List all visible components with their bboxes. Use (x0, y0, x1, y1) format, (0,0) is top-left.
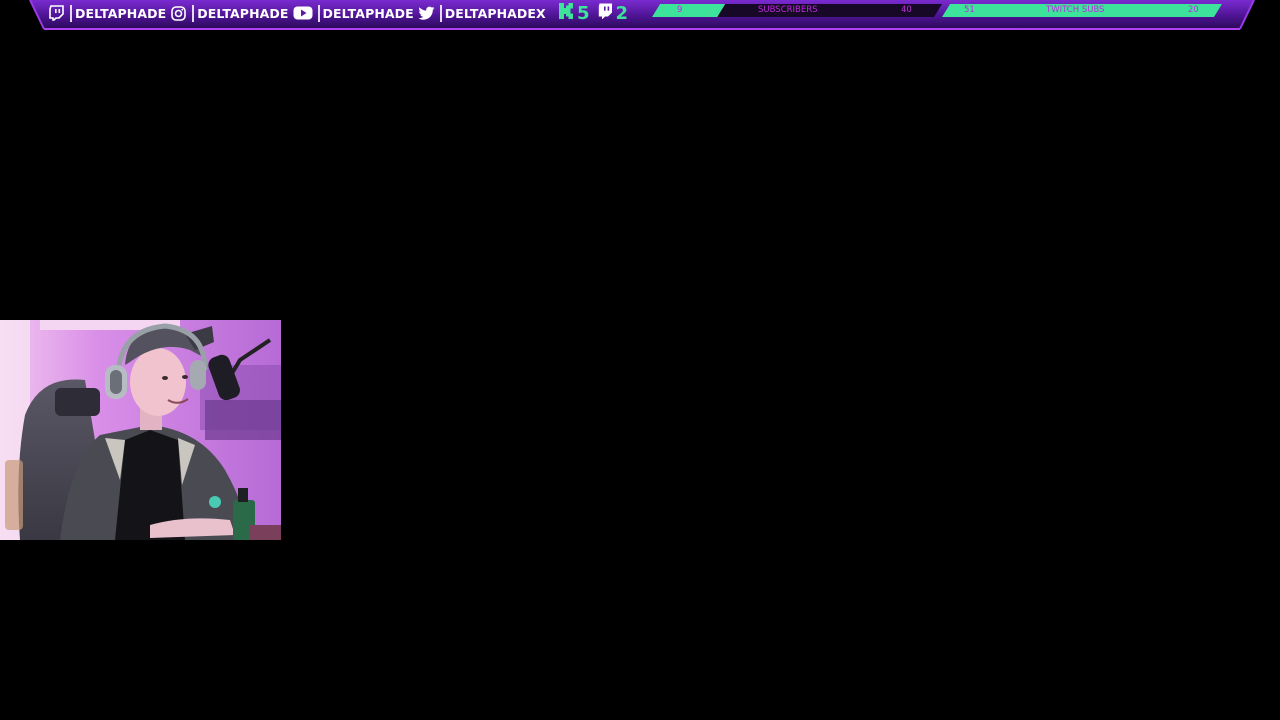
subscribers-goal-label: SUBSCRIBERS (758, 5, 818, 15)
subscribers-goal-bar: 9 SUBSCRIBERS 40 (652, 4, 942, 17)
social-instagram[interactable]: DELTAPHADE (170, 3, 292, 23)
twitch-icon (48, 5, 65, 22)
stream-canvas: DELTAPHADE DELTAPHADE DELTAPHADE DELTAPH… (0, 0, 1280, 720)
youtube-icon (293, 5, 313, 22)
twitch-handle: DELTAPHADE (75, 5, 167, 21)
subscribers-goal-current: 9 (677, 5, 683, 15)
separator (439, 4, 442, 22)
twitch-icon (598, 3, 613, 24)
twitter-icon (418, 5, 435, 22)
kick-icon (558, 2, 574, 24)
webcam-feed (0, 320, 281, 540)
twitch-subs-goal-bar: 51 TWITCH SUBS 20 (942, 4, 1222, 17)
subscribers-goal-target: 40 (901, 5, 912, 15)
twitch-counter: 2 (598, 3, 633, 24)
separator (70, 4, 72, 22)
twitch-subs-goal-label: TWITCH SUBS (1046, 5, 1105, 15)
kick-counter: 5 (558, 2, 594, 24)
webcam-image (0, 320, 281, 540)
separator (317, 4, 320, 22)
stream-overlay-top-bar: DELTAPHADE DELTAPHADE DELTAPHADE DELTAPH… (0, 0, 1280, 32)
kick-viewer-count: 5 (577, 2, 590, 24)
twitch-subs-goal-target: 20 (1188, 5, 1199, 15)
youtube-handle: DELTAPHADE (322, 5, 414, 21)
social-handles: DELTAPHADE DELTAPHADE DELTAPHADE DELTAPH… (48, 3, 550, 23)
social-twitch[interactable]: DELTAPHADE (48, 3, 170, 23)
social-youtube[interactable]: DELTAPHADE (293, 3, 418, 23)
twitch-viewer-count: 2 (615, 2, 629, 24)
social-twitter[interactable]: DELTAPHADEX (418, 3, 550, 23)
instagram-icon (170, 5, 187, 22)
twitch-subs-goal-current: 51 (964, 5, 975, 15)
instagram-handle: DELTAPHADE (197, 5, 289, 21)
platform-counters: 5 2 (558, 2, 636, 24)
separator (192, 4, 195, 22)
twitter-handle: DELTAPHADEX (444, 5, 546, 21)
